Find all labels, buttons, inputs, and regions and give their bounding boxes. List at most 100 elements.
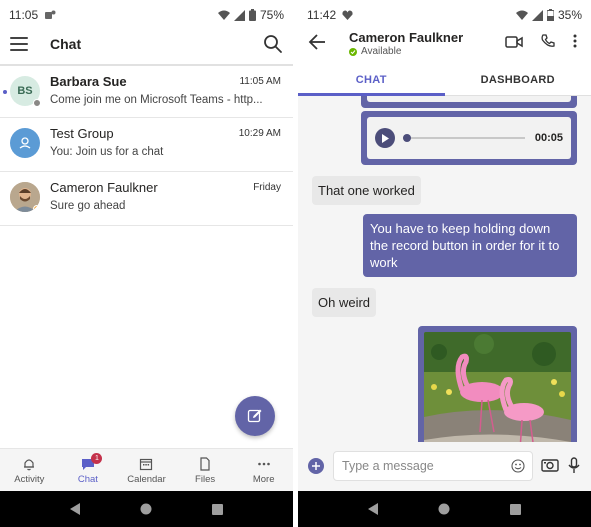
message-input-box[interactable] [333,451,533,481]
chat-name: Cameron Faulkner [50,180,158,195]
emoji-icon[interactable] [511,459,525,476]
conversation-header: Cameron Faulkner Available [298,26,591,66]
tab-chat[interactable]: CHAT [298,66,445,96]
image-message[interactable] [418,326,577,442]
header-actions [505,34,577,53]
audio-player: 00:05 [367,117,571,159]
nav-calendar[interactable]: Calendar [117,449,176,491]
conversation-screen: 11:42 35% Cameron Faulkner Available CHA… [298,0,591,527]
nav-label: More [252,474,275,485]
avatar-initials: BS [17,85,33,97]
page-title: Chat [50,36,82,52]
recents-icon[interactable] [212,503,223,515]
teams-notification-icon [44,9,56,21]
message-bubble-previous[interactable] [361,96,577,108]
presence-status: Available [349,46,401,57]
message-text: You have to keep holding down the record… [370,221,560,270]
battery-icon [546,9,554,21]
nav-label: Files [195,474,216,485]
chat-header: Chat [0,30,293,62]
audio-scrub-handle[interactable] [403,134,411,142]
tab-dashboard[interactable]: DASHBOARD [445,66,591,95]
chat-time: Friday [253,182,281,193]
status-time: 11:05 [9,8,39,22]
play-icon[interactable] [375,128,395,148]
wifi-icon [515,10,528,21]
chat-list: BS Barbara Sue 11:05 AM Come join me on … [0,64,293,226]
unread-indicator [3,90,7,94]
home-icon[interactable] [140,503,152,515]
battery-percent: 75% [259,8,284,22]
camera-icon[interactable] [541,458,559,477]
compose-icon [247,409,262,423]
phone-call-icon[interactable] [541,34,555,53]
contact-name[interactable]: Cameron Faulkner [349,30,463,45]
message-composer [298,448,591,491]
bottom-navigation: Activity 1 Chat Calendar Files More [0,448,293,491]
audio-duration: 00:05 [534,132,563,144]
nav-more[interactable]: More [234,449,293,491]
conversation-tabs: CHAT DASHBOARD [298,66,591,96]
avatar: BS [10,76,41,107]
nav-files[interactable]: Files [176,449,235,491]
heart-icon [342,10,353,20]
bell-icon [24,459,35,471]
more-icon [257,462,270,466]
presence-away-icon [33,205,40,212]
presence-label: Available [361,46,402,57]
more-options-icon[interactable] [573,34,577,53]
chat-list-screen: 11:05 75% Chat BS Barbara Sue 11:05 AM C… [0,0,293,527]
home-icon[interactable] [438,503,450,515]
status-time: 11:42 [307,8,337,22]
presence-away-icon [33,99,41,107]
android-navigation-bar [298,491,591,527]
nav-activity[interactable]: Activity [0,449,59,491]
back-arrow-icon[interactable] [308,34,326,55]
new-chat-button[interactable] [235,396,275,436]
wifi-icon [217,10,230,21]
battery-percent: 35% [557,8,582,22]
back-icon[interactable] [368,503,378,515]
chat-name: Barbara Sue [50,74,127,89]
group-avatar-icon [10,128,40,158]
audio-message[interactable]: 00:05 [361,111,577,165]
nav-label: Calendar [127,474,166,485]
back-icon[interactable] [70,503,80,515]
profile-photo-avatar [10,182,40,212]
message-input[interactable] [342,459,502,473]
chat-preview: You: Join us for a chat [50,146,164,158]
chat-preview: Sure go ahead [50,200,126,212]
chat-row-barbara-sue[interactable]: BS Barbara Sue 11:05 AM Come join me on … [0,64,293,118]
message-thread: 00:05 That one worked You have to keep h… [298,96,591,442]
signal-icon [531,9,543,21]
nav-label: Chat [77,474,98,485]
available-check-icon [349,47,357,56]
video-call-icon[interactable] [505,35,523,53]
unread-badge: 1 [91,453,103,464]
add-attachment-icon[interactable] [308,458,324,474]
chat-row-test-group[interactable]: Test Group 10:29 AM You: Join us for a c… [0,118,293,172]
file-icon [200,457,210,471]
battery-icon [248,9,256,21]
chat-name: Test Group [50,126,114,141]
signal-icon [233,9,245,21]
chat-row-cameron-faulkner[interactable]: Cameron Faulkner Friday Sure go ahead [0,172,293,226]
message-bubble-received[interactable]: That one worked [312,176,421,205]
status-bar: 11:05 75% [0,0,293,30]
microphone-icon[interactable] [568,457,580,479]
calendar-icon [140,458,153,471]
flamingo-photo[interactable] [424,332,571,442]
nav-chat[interactable]: 1 Chat [59,449,118,491]
audio-progress-bar[interactable] [403,134,525,142]
chat-time: 10:29 AM [238,128,281,139]
message-bubble-received[interactable]: Oh weird [312,288,377,317]
chat-preview: Come join me on Microsoft Teams - http..… [50,94,263,106]
recents-icon[interactable] [510,503,521,515]
chat-time: 11:05 AM [239,76,281,87]
message-bubble-sent[interactable]: You have to keep holding down the record… [363,214,577,277]
hamburger-menu-icon[interactable] [10,35,28,53]
screenshot-root: 11:05 75% Chat BS Barbara Sue 11:05 AM C… [0,0,591,527]
android-navigation-bar [0,491,293,527]
search-icon[interactable] [263,34,283,59]
nav-label: Activity [14,474,45,485]
